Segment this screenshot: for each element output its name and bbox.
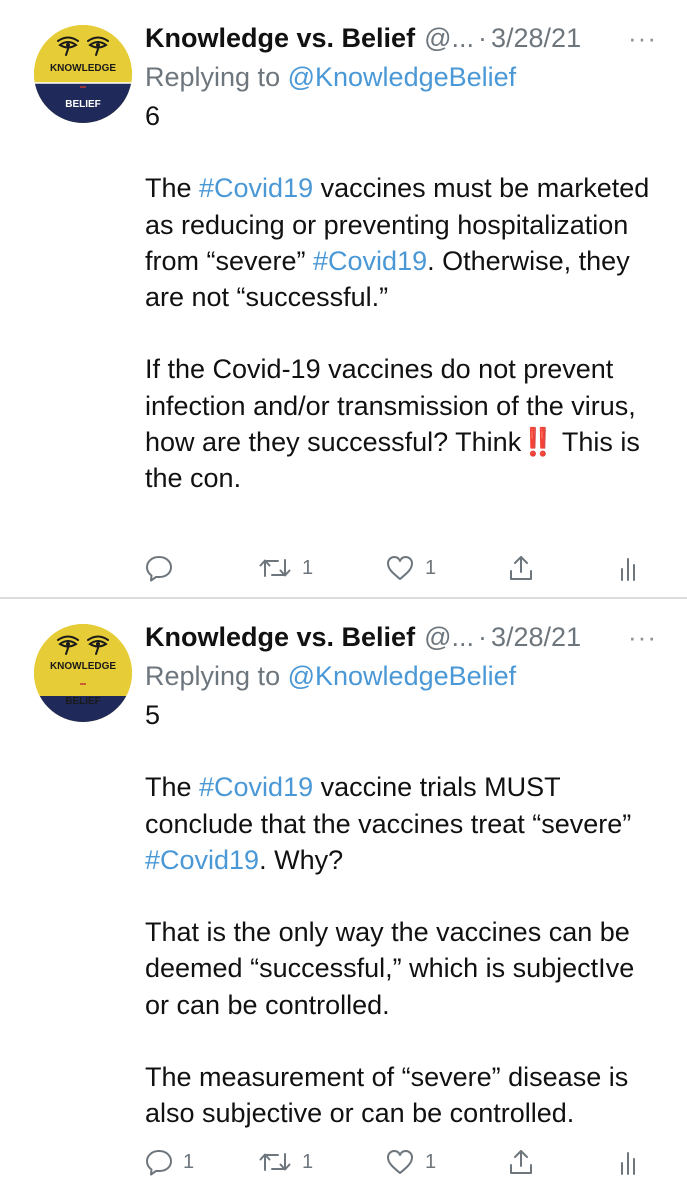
author-name[interactable]: Knowledge vs. Belief (145, 622, 415, 653)
tweet-text: 6 The #Covid19 vaccines must be marketed… (145, 98, 665, 497)
replying-to: Replying to @KnowledgeBelief (145, 657, 665, 695)
reply-button[interactable] (145, 551, 183, 585)
text-run: The (145, 173, 200, 204)
tweet-date[interactable]: 3/28/21 (491, 622, 581, 653)
analytics-button[interactable] (618, 1145, 642, 1179)
tweet[interactable]: KNOWLEDGE BELIEF Knowledge vs. Belief @.… (0, 599, 687, 1200)
tweet[interactable]: KNOWLEDGE BELIEF Knowledge vs. Belief @.… (0, 0, 687, 597)
tweet-paragraph: The measurement of “severe” disease is a… (145, 1062, 629, 1129)
heart-icon (387, 556, 413, 580)
replying-to-label: Replying to (145, 62, 281, 92)
author-handle[interactable]: @... (424, 622, 474, 653)
text-run: The (145, 772, 200, 803)
share-button[interactable] (507, 551, 535, 585)
share-button[interactable] (507, 1145, 535, 1179)
header-separator: · (478, 22, 487, 53)
logo-top-text: KNOWLEDGE (50, 63, 116, 74)
heart-icon (387, 1150, 413, 1174)
replying-to-link[interactable]: @KnowledgeBelief (288, 62, 517, 92)
tweet-text: 5 The #Covid19 vaccine trials MUST concl… (145, 697, 665, 1132)
like-count: 1 (425, 1150, 437, 1173)
hashtag-link[interactable]: #Covid19 (313, 246, 427, 276)
tweet-paragraph: 6 (145, 101, 161, 131)
logo-bottom-text: BELIEF (65, 99, 101, 110)
tweet-body: Knowledge vs. Belief @... · 3/28/21 ··· … (145, 18, 665, 497)
reply-count: 1 (183, 1150, 195, 1173)
retweet-button[interactable]: 1 (258, 551, 313, 585)
retweet-count: 1 (302, 1150, 314, 1173)
tweet-paragraph: If the Covid-19 vaccines do not prevent … (145, 351, 665, 496)
analytics-icon (621, 1152, 635, 1175)
hashtag-link[interactable]: #Covid19 (145, 845, 259, 875)
share-icon (510, 556, 532, 580)
tweet-body: Knowledge vs. Belief @... · 3/28/21 ··· … (145, 617, 665, 1132)
double-exclamation-emoji: ‼️ (521, 427, 555, 458)
reply-icon (146, 556, 172, 582)
logo-bottom-text: BELIEF (65, 696, 101, 707)
replying-to: Replying to @KnowledgeBelief (145, 58, 665, 96)
tweet-paragraph: 5 (145, 700, 161, 730)
tweet-date[interactable]: 3/28/21 (491, 23, 581, 54)
like-count: 1 (425, 556, 437, 579)
knowledge-belief-logo: KNOWLEDGE BELIEF (34, 25, 132, 123)
analytics-button[interactable] (618, 551, 642, 585)
tweet-actions: 1 1 1 (145, 1145, 665, 1179)
logo-top-text: KNOWLEDGE (50, 661, 116, 672)
like-button[interactable]: 1 (385, 551, 436, 585)
knowledge-belief-logo: KNOWLEDGE BELIEF (34, 624, 132, 722)
replying-to-link[interactable]: @KnowledgeBelief (288, 661, 517, 691)
replying-to-label: Replying to (145, 661, 281, 691)
tweet-paragraph: The #Covid19 vaccines must be marketed a… (145, 170, 665, 315)
author-name[interactable]: Knowledge vs. Belief (145, 23, 415, 54)
share-icon (510, 1150, 532, 1174)
like-button[interactable]: 1 (385, 1145, 436, 1179)
author-handle[interactable]: @... (424, 23, 474, 54)
tweet-header: Knowledge vs. Belief @... · 3/28/21 ··· (145, 617, 665, 657)
more-options-icon[interactable]: ··· (628, 622, 665, 653)
retweet-button[interactable]: 1 (258, 1145, 313, 1179)
retweet-icon (259, 559, 291, 577)
tweet-actions: 1 1 (145, 551, 665, 585)
analytics-icon (621, 558, 635, 581)
retweet-icon (259, 1153, 291, 1171)
avatar[interactable]: KNOWLEDGE BELIEF (34, 624, 132, 722)
text-run: . Why? (259, 844, 344, 875)
hashtag-link[interactable]: #Covid19 (199, 173, 313, 203)
hashtag-link[interactable]: #Covid19 (199, 772, 313, 802)
tweet-paragraph: That is the only way the vaccines can be… (145, 917, 635, 1020)
tweet-thread: KNOWLEDGE BELIEF Knowledge vs. Belief @.… (0, 0, 687, 1200)
header-separator: · (478, 621, 487, 652)
tweet-header: Knowledge vs. Belief @... · 3/28/21 ··· (145, 18, 665, 58)
retweet-count: 1 (302, 556, 314, 579)
avatar[interactable]: KNOWLEDGE BELIEF (34, 25, 132, 123)
tweet-paragraph: The #Covid19 vaccine trials MUST conclud… (145, 769, 665, 878)
more-options-icon[interactable]: ··· (628, 23, 665, 54)
reply-button[interactable]: 1 (145, 1145, 194, 1179)
reply-icon (146, 1150, 172, 1176)
